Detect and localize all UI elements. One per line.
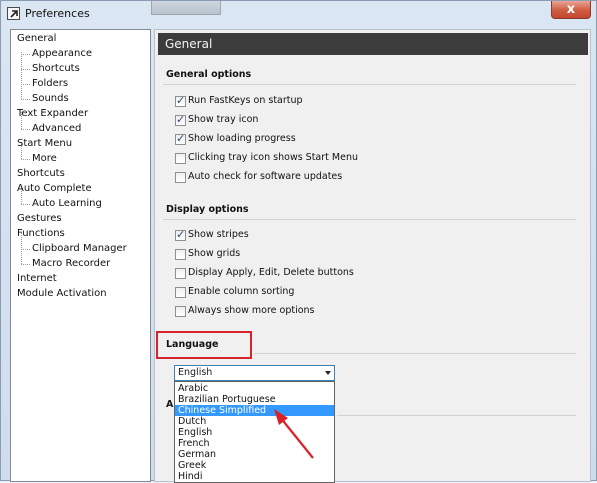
app-icon: [7, 7, 20, 20]
settings-panel: General General options ✓ Run FastKeys o…: [154, 29, 591, 483]
title-bar[interactable]: Preferences x: [1, 1, 596, 27]
sidebar-item-start-menu[interactable]: Start Menu: [17, 138, 72, 150]
sidebar-item-gestures[interactable]: Gestures: [17, 213, 62, 225]
sidebar-item-shortcuts[interactable]: Shortcuts: [21, 63, 80, 75]
window-title: Preferences: [25, 7, 90, 20]
sidebar-item-shortcuts-root[interactable]: Shortcuts: [17, 168, 65, 180]
sidebar-item-text-expander[interactable]: Text Expander: [17, 108, 88, 120]
sidebar-item-general[interactable]: General: [17, 33, 56, 45]
sidebar-item-auto-complete[interactable]: Auto Complete: [17, 183, 92, 195]
sidebar-item-macro-recorder[interactable]: Macro Recorder: [20, 258, 110, 270]
close-button[interactable]: x: [551, 1, 591, 19]
sidebar-item-folders[interactable]: Folders: [20, 78, 68, 90]
tree-guide: [21, 52, 22, 99]
sidebar-item-functions[interactable]: Functions: [17, 228, 65, 240]
sidebar-item-clipboard-manager[interactable]: Clipboard Manager: [21, 243, 127, 255]
sidebar-item-internet[interactable]: Internet: [17, 273, 57, 285]
annotation-arrow-icon: [274, 409, 314, 459]
sidebar-item-sounds[interactable]: Sounds: [21, 93, 69, 105]
sidebar-item-advanced[interactable]: Advanced: [20, 123, 81, 135]
sidebar-item-module-activation[interactable]: Module Activation: [17, 288, 107, 300]
preferences-window: Preferences x General Appearance Shortcu…: [0, 0, 597, 483]
settings-tree[interactable]: General Appearance Shortcuts Folders Sou…: [10, 29, 151, 482]
background-window-thumbnail: [151, 1, 221, 15]
sidebar-item-more[interactable]: More: [21, 153, 57, 165]
sidebar-item-auto-learning[interactable]: Auto Learning: [21, 198, 102, 210]
sidebar-item-appearance[interactable]: Appearance: [20, 48, 92, 60]
close-icon: x: [566, 2, 576, 17]
